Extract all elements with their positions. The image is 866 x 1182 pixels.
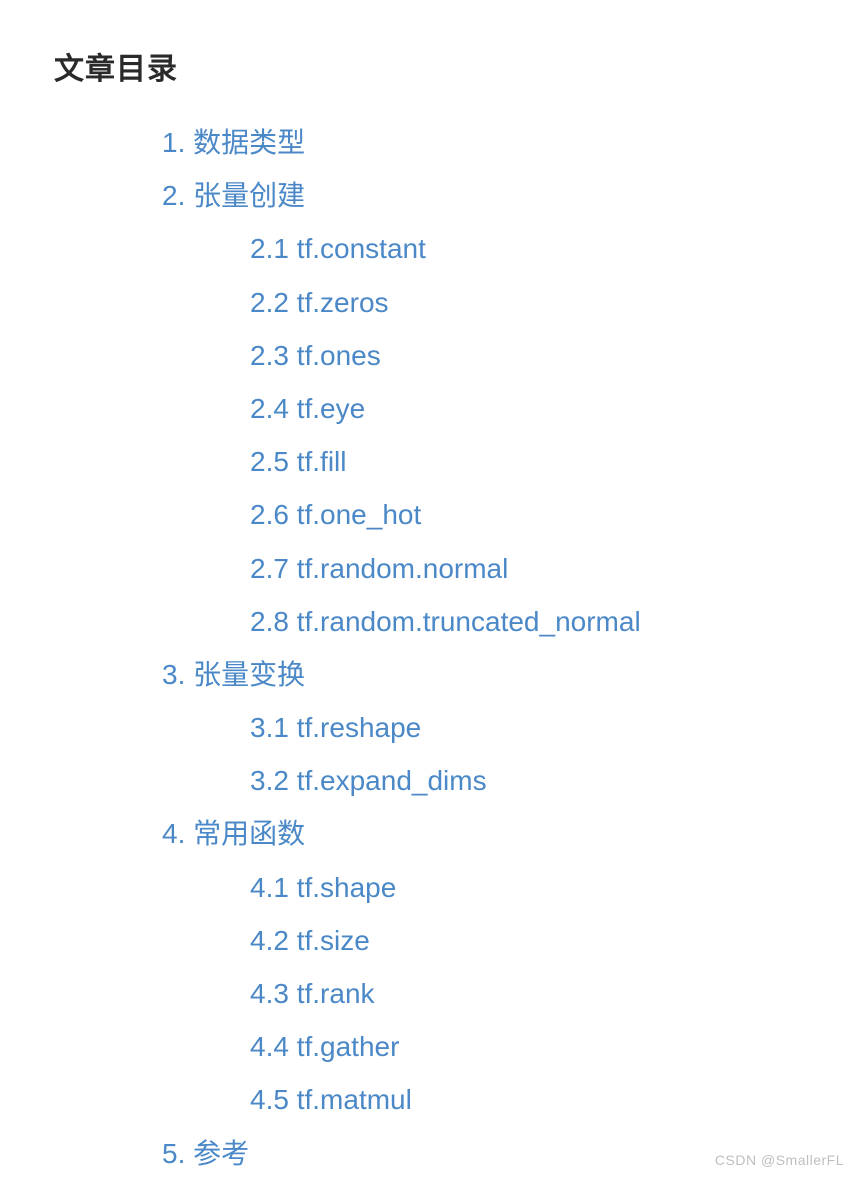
toc-item: 2.4 tf.eye bbox=[54, 382, 812, 435]
toc-link[interactable]: 2.3 tf.ones bbox=[250, 340, 381, 371]
toc-item: 3.2 tf.expand_dims bbox=[54, 754, 812, 807]
toc-link[interactable]: 1. 数据类型 bbox=[162, 127, 305, 158]
toc-item: 5. 参考 bbox=[54, 1127, 812, 1180]
toc-link[interactable]: 2.2 tf.zeros bbox=[250, 287, 389, 318]
toc-link[interactable]: 4.2 tf.size bbox=[250, 925, 370, 956]
toc-link[interactable]: 4.3 tf.rank bbox=[250, 978, 375, 1009]
document-container: 文章目录 1. 数据类型 2. 张量创建 2.1 tf.constant 2.2… bbox=[0, 0, 866, 1182]
toc-item: 2.1 tf.constant bbox=[54, 222, 812, 275]
watermark-text: CSDN @SmallerFL bbox=[715, 1152, 844, 1168]
toc-item: 4.4 tf.gather bbox=[54, 1020, 812, 1073]
toc-item: 2.6 tf.one_hot bbox=[54, 488, 812, 541]
toc-item: 2.3 tf.ones bbox=[54, 329, 812, 382]
toc-link[interactable]: 5. 参考 bbox=[162, 1138, 249, 1169]
toc-list: 1. 数据类型 2. 张量创建 2.1 tf.constant 2.2 tf.z… bbox=[54, 116, 812, 1180]
toc-item: 2.2 tf.zeros bbox=[54, 276, 812, 329]
toc-item: 4.2 tf.size bbox=[54, 914, 812, 967]
toc-item: 4. 常用函数 bbox=[54, 807, 812, 860]
toc-link[interactable]: 4. 常用函数 bbox=[162, 818, 305, 849]
toc-item: 2.5 tf.fill bbox=[54, 435, 812, 488]
toc-link[interactable]: 2.7 tf.random.normal bbox=[250, 553, 508, 584]
toc-item: 2. 张量创建 bbox=[54, 169, 812, 222]
toc-link[interactable]: 4.1 tf.shape bbox=[250, 872, 396, 903]
toc-link[interactable]: 4.5 tf.matmul bbox=[250, 1084, 412, 1115]
toc-link[interactable]: 4.4 tf.gather bbox=[250, 1031, 399, 1062]
toc-item: 4.1 tf.shape bbox=[54, 861, 812, 914]
toc-link[interactable]: 2. 张量创建 bbox=[162, 180, 305, 211]
toc-item: 3.1 tf.reshape bbox=[54, 701, 812, 754]
toc-link[interactable]: 3.1 tf.reshape bbox=[250, 712, 421, 743]
toc-item: 1. 数据类型 bbox=[54, 116, 812, 169]
toc-link[interactable]: 3. 张量变换 bbox=[162, 659, 305, 690]
toc-item: 4.3 tf.rank bbox=[54, 967, 812, 1020]
toc-item: 2.7 tf.random.normal bbox=[54, 542, 812, 595]
toc-item: 2.8 tf.random.truncated_normal bbox=[54, 595, 812, 648]
toc-link[interactable]: 2.4 tf.eye bbox=[250, 393, 365, 424]
toc-link[interactable]: 2.1 tf.constant bbox=[250, 233, 426, 264]
toc-item: 3. 张量变换 bbox=[54, 648, 812, 701]
toc-link[interactable]: 2.8 tf.random.truncated_normal bbox=[250, 606, 641, 637]
toc-link[interactable]: 2.5 tf.fill bbox=[250, 446, 346, 477]
toc-link[interactable]: 3.2 tf.expand_dims bbox=[250, 765, 487, 796]
toc-heading: 文章目录 bbox=[54, 44, 812, 88]
toc-item: 4.5 tf.matmul bbox=[54, 1073, 812, 1126]
toc-link[interactable]: 2.6 tf.one_hot bbox=[250, 499, 421, 530]
